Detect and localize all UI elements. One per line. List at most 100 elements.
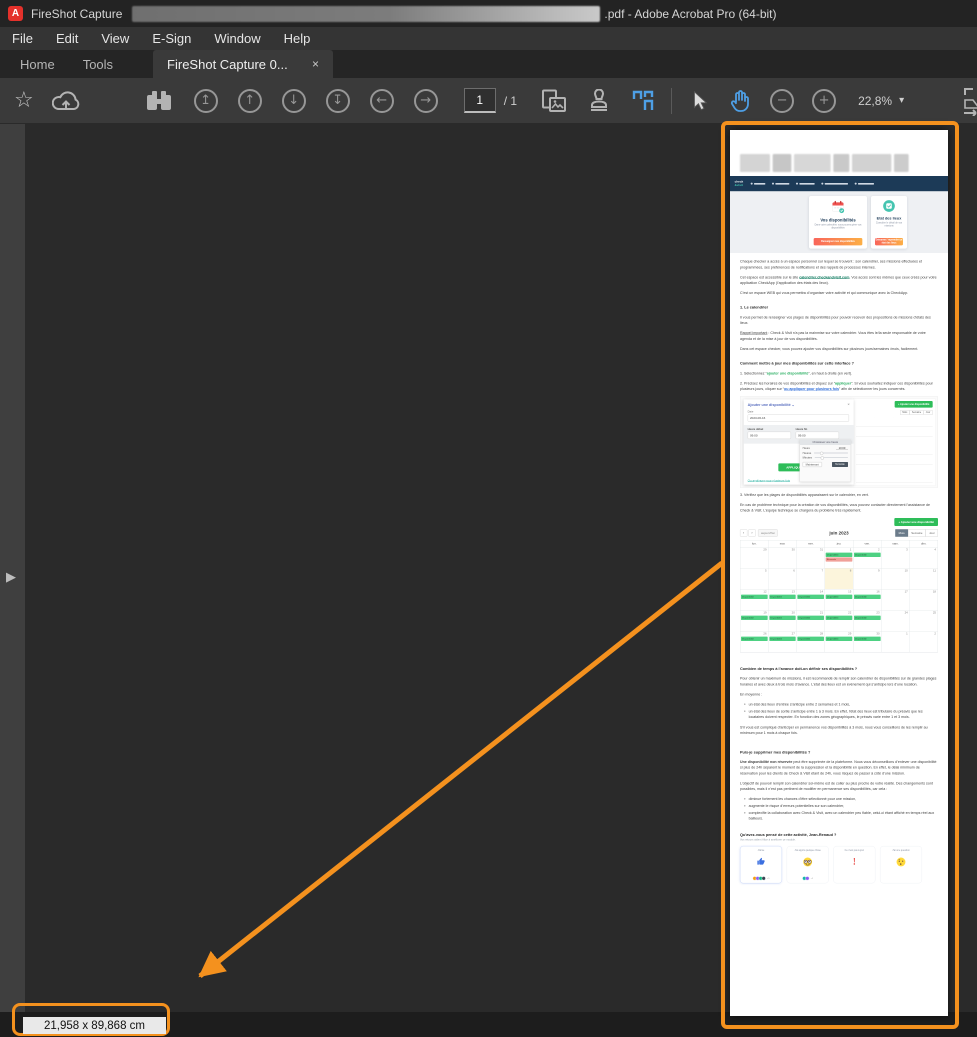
webapp-navbar: check &visit bbox=[730, 175, 948, 192]
calendar-date: 22 bbox=[848, 611, 852, 615]
next-view-button[interactable]: → bbox=[413, 88, 438, 113]
calendar-event-bar: Disponibilité bbox=[825, 636, 853, 642]
menu-edit[interactable]: Edit bbox=[56, 31, 78, 46]
calendar-date: 29 bbox=[848, 632, 852, 636]
annotation-size-highlight: 21,958 x 89,868 cm bbox=[12, 1003, 170, 1036]
menu-file[interactable]: File bbox=[12, 31, 33, 46]
tab-bar: Home Tools FireShot Capture 0... × bbox=[0, 50, 977, 78]
calendar-cell: 3 bbox=[881, 547, 910, 569]
calendar-date: 20 bbox=[791, 611, 795, 615]
card-title: Vos disponibilités bbox=[820, 217, 856, 223]
tab-document[interactable]: FireShot Capture 0... × bbox=[153, 50, 334, 78]
first-page-button[interactable]: ↥ bbox=[193, 88, 218, 113]
section-heading: Puis-je supprimer mes disponibilités ? bbox=[739, 750, 811, 755]
calendar-date: 23 bbox=[876, 611, 880, 615]
bullet-list: diminue fortement les chances d’être sél… bbox=[740, 796, 938, 821]
calendar-cell: 1 bbox=[881, 631, 910, 653]
paragraph: Rappel important : Check & Visit n’a pas… bbox=[739, 331, 926, 341]
paragraph: C’est un espace WEB qui vous permettra d… bbox=[739, 291, 909, 296]
nav-pane-strip[interactable]: ▶ bbox=[0, 124, 25, 1012]
expand-pane-icon[interactable]: ▶ bbox=[6, 570, 16, 585]
last-page-button[interactable]: ↧ bbox=[325, 88, 350, 113]
cloud-upload-icon[interactable] bbox=[51, 90, 80, 112]
tab-home[interactable]: Home bbox=[6, 50, 69, 78]
hand-tool-icon[interactable] bbox=[728, 89, 752, 113]
calendar-cell: 13 Disponibilité bbox=[768, 589, 797, 611]
zoom-level-dropdown[interactable]: 22,8% bbox=[858, 94, 892, 108]
thumbs-up-icon bbox=[757, 857, 766, 867]
now-button: Maintenant bbox=[802, 461, 822, 467]
nerd-face-icon bbox=[803, 857, 813, 869]
paragraph: Une disponibilité non réservée peut être… bbox=[739, 759, 937, 776]
calendar-controls: ‹ › aujourd'hui juin 2023 Mois Semaine J… bbox=[739, 529, 938, 537]
add-availability-screenshot: + Ajouter une disponibilité Mois Semaine J… bbox=[739, 396, 938, 488]
calendar-date: 28 bbox=[819, 632, 824, 636]
menu-window[interactable]: Window bbox=[214, 31, 260, 46]
view-switcher: Mois Semaine Jour bbox=[899, 410, 933, 415]
redacted-filename bbox=[132, 5, 601, 22]
page-number-input[interactable]: 1 bbox=[463, 88, 496, 113]
card-button: Démarrer / reprendre un état des lieux bbox=[874, 237, 904, 246]
next-page-button[interactable]: ↓ bbox=[281, 88, 306, 113]
calendar-cell: 12 Disponibilité bbox=[740, 589, 769, 611]
calendar-event-bar: Disponibilité bbox=[740, 594, 768, 600]
calendar-event-bar: Disponibilité bbox=[825, 594, 853, 600]
calendar-date: 24 bbox=[904, 611, 908, 615]
stamp-icon[interactable] bbox=[587, 88, 611, 113]
calendar-date: 25 bbox=[932, 611, 936, 615]
calendar-date: 21 bbox=[819, 611, 824, 615]
menu-view[interactable]: View bbox=[101, 31, 129, 46]
previous-view-button[interactable]: ← bbox=[369, 88, 394, 113]
calendar-cell: 21 Disponibilité bbox=[796, 610, 825, 632]
calendar-date: 8 bbox=[849, 569, 852, 573]
calendar-date: 10 bbox=[904, 569, 908, 573]
favorites-star-icon[interactable]: ☆ bbox=[14, 88, 34, 113]
calendar-day-header: ven. bbox=[853, 540, 882, 548]
calendar-date: 2 bbox=[877, 548, 880, 552]
zoom-out-button[interactable]: − bbox=[770, 88, 795, 113]
calendar-cell: 18 bbox=[909, 589, 938, 611]
window-title-prefix: FireShot Capture bbox=[31, 6, 123, 21]
card-title: Etat des lieux bbox=[876, 216, 902, 221]
paragraph: Il vous permet de renseigner vos plages … bbox=[739, 315, 931, 326]
calendar-event-bar: Disponibilité bbox=[853, 615, 881, 621]
calendar-cell: 24 bbox=[881, 610, 910, 632]
resize-page-icon[interactable] bbox=[959, 86, 977, 116]
calendar-date: 6 bbox=[793, 569, 795, 573]
document-canvas: ▶ check &visit Vos disponibilités Dans v… bbox=[0, 121, 977, 1037]
calendar-date: 5 bbox=[764, 569, 767, 573]
calendar-cell: 8 bbox=[825, 568, 853, 590]
select-tool-icon[interactable] bbox=[688, 89, 710, 113]
page-size-label: 21,958 x 89,868 cm bbox=[23, 1017, 166, 1034]
end-time-field: 09:00 bbox=[795, 431, 839, 439]
pdf-page[interactable]: check &visit Vos disponibilités Dans vot… bbox=[730, 130, 948, 1016]
menu-esign[interactable]: E-Sign bbox=[152, 31, 191, 46]
calendar-day-header: sam. bbox=[881, 540, 910, 548]
calendar-day-header: mar. bbox=[768, 540, 797, 548]
calendar-date: 15 bbox=[848, 590, 852, 594]
webapp-body: Vos disponibilités Dans votre calendrier… bbox=[730, 191, 948, 253]
calendar-day-header: jeu. bbox=[825, 540, 853, 548]
find-icon[interactable] bbox=[146, 90, 172, 112]
zoom-in-button[interactable]: + bbox=[812, 88, 837, 113]
calendar-cell: 29 Disponibilité bbox=[825, 631, 853, 653]
previous-page-button[interactable]: ↑ bbox=[237, 88, 262, 113]
capture-tool-icon[interactable] bbox=[631, 89, 655, 113]
tab-tools[interactable]: Tools bbox=[69, 50, 127, 78]
menu-help[interactable]: Help bbox=[284, 31, 311, 46]
toolbar-divider bbox=[671, 87, 673, 114]
document-text: Combien de temps à l’avance doit-on défi… bbox=[740, 666, 938, 822]
chevron-down-icon[interactable]: ▾ bbox=[899, 95, 904, 106]
calendar-date: 2 bbox=[934, 632, 936, 636]
close-icon[interactable]: × bbox=[312, 57, 319, 71]
calendar-event-bar: Disponibilité bbox=[797, 615, 825, 621]
paragraph: 2. Précisez les horaires de vos disponib… bbox=[739, 381, 933, 391]
calendar-date: 18 bbox=[932, 590, 936, 594]
calendar-date: 27 bbox=[791, 632, 795, 636]
calendar-date: 29 bbox=[763, 548, 767, 552]
page-view-icon[interactable] bbox=[541, 89, 567, 113]
toolbar: ☆ ↥ ↑ ↓ ↧ ← → 1 / 1 − + 22,8% ▾ bbox=[0, 78, 977, 124]
calendar-date: 13 bbox=[791, 590, 795, 594]
calendar-date: 11 bbox=[933, 569, 936, 573]
thinking-face-icon bbox=[896, 857, 906, 869]
